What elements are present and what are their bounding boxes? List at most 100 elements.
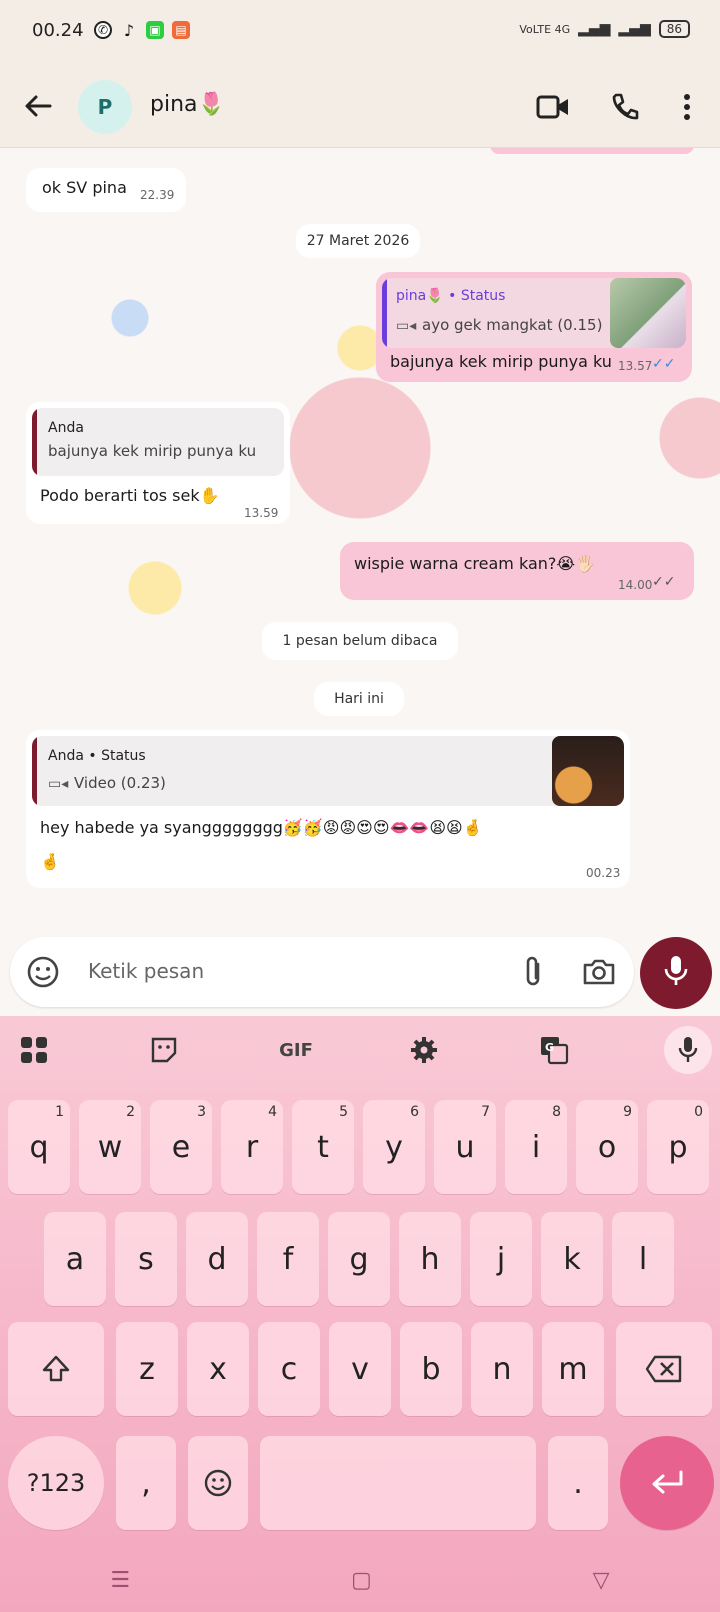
message-time: 13.57 [618, 359, 653, 373]
mic-icon [663, 954, 689, 992]
key-v[interactable]: v [329, 1322, 391, 1416]
key-u[interactable]: u7 [434, 1100, 496, 1194]
period-key[interactable]: . [548, 1436, 608, 1530]
key-label: i [531, 1129, 541, 1165]
message-time: 00.23 [586, 866, 621, 880]
battery-icon: 86 [658, 20, 690, 38]
enter-key[interactable] [620, 1436, 714, 1530]
incoming-message[interactable]: Anda bajunya kek mirip punya ku Podo ber… [26, 402, 290, 524]
symbols-key[interactable]: ?123 [8, 1436, 104, 1530]
key-number-hint: 3 [197, 1104, 206, 1120]
key-number-hint: 6 [410, 1104, 419, 1120]
comma-key[interactable]: , [116, 1436, 176, 1530]
date-chip: 27 Maret 2026 [296, 224, 420, 258]
key-g[interactable]: g [328, 1212, 390, 1306]
reply-preview[interactable]: pina🌷 • Status ▭◂ ayo gek mangkat (0.15) [382, 278, 686, 348]
key-d[interactable]: d [186, 1212, 248, 1306]
menu-nav-icon[interactable]: ☰ [110, 1568, 130, 1593]
key-l[interactable]: l [612, 1212, 674, 1306]
shift-key[interactable] [8, 1322, 104, 1416]
key-o[interactable]: o9 [576, 1100, 638, 1194]
reply-text: Video (0.23) [74, 774, 166, 792]
key-m[interactable]: m [542, 1322, 604, 1416]
keyboard-mic-icon[interactable] [664, 1026, 712, 1074]
clipped-outgoing-bubble [490, 148, 694, 154]
outgoing-message[interactable]: pina🌷 • Status ▭◂ ayo gek mangkat (0.15)… [376, 272, 692, 382]
back-nav-icon[interactable]: ▽ [593, 1568, 610, 1593]
key-n[interactable]: n [471, 1322, 533, 1416]
reply-title: pina🌷 • Status [396, 288, 506, 304]
message-text: bajunya kek mirip punya ku [390, 352, 612, 371]
avatar[interactable]: P [78, 80, 132, 134]
phone-call-icon[interactable] [606, 88, 644, 126]
reply-preview[interactable]: Anda • Status ▭◂ Video (0.23) [32, 736, 624, 806]
settings-gear-icon[interactable] [404, 1030, 444, 1070]
key-label: p [668, 1129, 688, 1165]
chat-area[interactable]: ok SV pina 22.39 27 Maret 2026 pina🌷 • S… [0, 148, 720, 1016]
key-label: y [385, 1129, 403, 1165]
key-label: f [282, 1241, 294, 1277]
attach-icon[interactable] [520, 955, 548, 989]
gif-button[interactable]: GIF [274, 1030, 318, 1070]
voice-record-button[interactable] [640, 937, 712, 1009]
apps-grid-icon[interactable] [14, 1030, 54, 1070]
system-indicators: VoLTE 4G ▂▄▆ ▂▄▆ 86 [519, 20, 690, 38]
key-h[interactable]: h [399, 1212, 461, 1306]
key-label: s [138, 1241, 154, 1277]
backspace-key[interactable] [616, 1322, 712, 1416]
key-q[interactable]: q1 [8, 1100, 70, 1194]
video-call-icon[interactable] [534, 88, 572, 126]
key-label: b [421, 1351, 441, 1387]
incoming-message[interactable]: Anda • Status ▭◂ Video (0.23) hey habede… [26, 730, 630, 888]
key-r[interactable]: r4 [221, 1100, 283, 1194]
contact-name[interactable]: pina🌷 [150, 92, 225, 117]
incoming-message[interactable]: ok SV pina 22.39 [26, 168, 186, 212]
key-label: o [597, 1129, 617, 1165]
key-e[interactable]: e3 [150, 1100, 212, 1194]
signal-icon: ▂▄▆ [578, 21, 611, 37]
camera-icon[interactable] [582, 957, 616, 987]
key-b[interactable]: b [400, 1322, 462, 1416]
key-t[interactable]: t5 [292, 1100, 354, 1194]
sticker-icon[interactable] [26, 955, 60, 989]
status-thumbnail [610, 278, 686, 348]
key-z[interactable]: z [116, 1322, 178, 1416]
translate-icon[interactable]: G [534, 1030, 574, 1070]
reply-text: bajunya kek mirip punya ku [48, 442, 257, 460]
message-input-bar[interactable]: Ketik pesan [10, 937, 634, 1007]
network-label: VoLTE 4G [519, 22, 571, 36]
key-f[interactable]: f [257, 1212, 319, 1306]
emoji-key[interactable] [188, 1436, 248, 1530]
key-x[interactable]: x [187, 1322, 249, 1416]
sticker-icon[interactable] [144, 1030, 184, 1070]
key-label: m [558, 1351, 588, 1387]
app-icon-green: ▣ [146, 21, 164, 39]
message-time: 13.59 [244, 506, 279, 520]
home-nav-icon[interactable]: ▢ [351, 1568, 372, 1593]
status-time: 00.24 [32, 20, 84, 41]
reply-title: Anda • Status [48, 748, 146, 764]
space-key[interactable] [260, 1436, 536, 1530]
key-a[interactable]: a [44, 1212, 106, 1306]
key-s[interactable]: s [115, 1212, 177, 1306]
back-arrow-icon[interactable] [20, 88, 56, 124]
key-c[interactable]: c [258, 1322, 320, 1416]
more-options-icon[interactable] [668, 88, 706, 126]
key-k[interactable]: k [541, 1212, 603, 1306]
reply-preview[interactable]: Anda bajunya kek mirip punya ku [32, 408, 284, 476]
key-p[interactable]: p0 [647, 1100, 709, 1194]
system-nav-bar: ☰ ▢ ▽ [0, 1548, 720, 1612]
whatsapp-icon: ✆ [94, 21, 112, 39]
key-w[interactable]: w2 [79, 1100, 141, 1194]
outgoing-message[interactable]: wispie warna cream kan?😭🖐🏻 14.00 ✓✓ [340, 542, 694, 600]
key-label: q [29, 1129, 49, 1165]
video-icon: ▭◂ [48, 776, 69, 792]
unread-chip: 1 pesan belum dibaca [262, 622, 458, 660]
key-number-hint: 0 [694, 1104, 703, 1120]
key-i[interactable]: i8 [505, 1100, 567, 1194]
message-input[interactable]: Ketik pesan [88, 959, 204, 983]
key-j[interactable]: j [470, 1212, 532, 1306]
key-label: t [317, 1129, 329, 1165]
key-label: c [280, 1351, 298, 1387]
key-y[interactable]: y6 [363, 1100, 425, 1194]
